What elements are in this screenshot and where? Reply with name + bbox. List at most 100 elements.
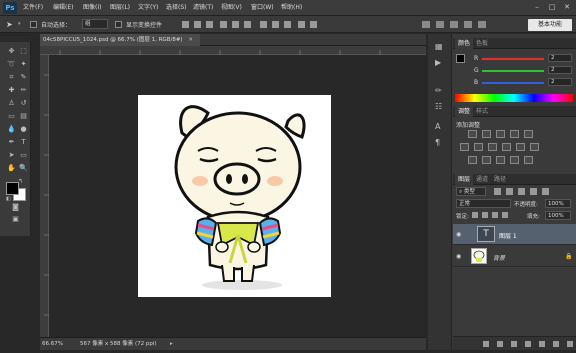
pen-tool-icon[interactable]: ✒ (6, 137, 17, 148)
history-panel-icon[interactable]: ▦ (435, 42, 443, 51)
exposure-icon[interactable] (510, 130, 519, 138)
tab-layers[interactable]: 图层 (455, 174, 474, 185)
document-canvas[interactable] (138, 95, 331, 297)
foreground-color-swatch[interactable] (6, 182, 19, 195)
eyedropper-icon[interactable]: ✎ (18, 72, 29, 83)
layer-filter-icons[interactable] (492, 187, 562, 196)
close-tab-icon[interactable]: ✕ (188, 37, 193, 43)
quick-mask-icon[interactable]: ◙ (10, 202, 21, 213)
layer-kind-filter[interactable]: ⌕ 类型 (456, 187, 486, 196)
value-g[interactable]: 2 (548, 66, 572, 74)
slider-b[interactable] (482, 82, 544, 84)
visibility-eye-icon[interactable]: ◉ (456, 253, 461, 260)
color-panel-foreground[interactable] (456, 54, 465, 63)
close-window-icon[interactable]: ✕ (561, 2, 573, 13)
menu-layer[interactable]: 图层(L) (110, 0, 130, 16)
layer-name[interactable]: 图层 1 (499, 231, 517, 240)
healing-brush-icon[interactable]: ✚ (6, 85, 17, 96)
color-balance-icon[interactable] (474, 143, 483, 151)
invert-icon[interactable] (468, 156, 477, 164)
threshold-icon[interactable] (496, 156, 505, 164)
menu-file[interactable]: 文件(F) (23, 0, 43, 16)
character-panel-icon[interactable]: A (435, 122, 440, 131)
color-lookup-icon[interactable] (530, 143, 539, 151)
gradient-icon[interactable]: ▤ (18, 111, 29, 122)
history-brush-icon[interactable]: ↺ (18, 98, 29, 109)
clone-stamp-icon[interactable]: ♙ (6, 98, 17, 109)
magic-wand-icon[interactable]: ✦ (18, 59, 29, 70)
tab-swatches[interactable]: 色板 (473, 38, 491, 49)
channel-mixer-icon[interactable] (516, 143, 525, 151)
eraser-icon[interactable]: ▭ (6, 111, 17, 122)
tab-color[interactable]: 颜色 (455, 38, 474, 49)
selective-color-icon[interactable] (524, 156, 533, 164)
move-tool-icon[interactable]: ✥ (6, 46, 17, 57)
zoom-tool-icon[interactable]: 🔍 (18, 163, 29, 174)
zoom-level[interactable]: 66.67% (42, 338, 63, 351)
layer-row-text[interactable]: ◉ T 图层 1 (453, 224, 576, 245)
gradient-map-icon[interactable] (510, 156, 519, 164)
screen-mode-icon[interactable]: ▣ (10, 214, 21, 225)
brush-panel-icon[interactable]: ✏ (435, 86, 442, 95)
align-icons[interactable] (180, 19, 330, 30)
actions-panel-icon[interactable]: ▶ (435, 58, 441, 67)
shape-tool-icon[interactable]: ▭ (18, 150, 29, 161)
hand-tool-icon[interactable]: ✋ (6, 163, 17, 174)
visibility-eye-icon[interactable]: ◉ (456, 231, 461, 238)
menu-edit[interactable]: 编辑(E) (53, 0, 73, 16)
vibrance-icon[interactable] (524, 130, 533, 138)
menu-help[interactable]: 帮助(H) (281, 0, 302, 16)
3d-mode-icons[interactable] (420, 19, 520, 30)
lasso-tool-icon[interactable]: ➰ (6, 59, 17, 70)
tab-adjustments[interactable]: 调整 (455, 106, 474, 117)
color-spectrum[interactable] (455, 94, 573, 102)
marquee-tool-icon[interactable]: ⬚ (18, 46, 29, 57)
fill-input[interactable]: 100% (545, 211, 571, 220)
menu-filter[interactable]: 滤镜(T) (193, 0, 213, 16)
crop-tool-icon[interactable]: ⌗ (6, 72, 17, 83)
minimize-icon[interactable]: – (531, 2, 543, 13)
chevron-down-icon[interactable]: ▾ (18, 21, 21, 27)
menu-view[interactable]: 视图(V) (221, 0, 242, 16)
show-transform-label: 显示变换控件 (126, 22, 163, 29)
brush-tool-icon[interactable]: ✏ (18, 85, 29, 96)
lock-icons[interactable] (470, 211, 520, 220)
type-tool-icon[interactable]: T (18, 137, 29, 148)
paragraph-panel-icon[interactable]: ¶ (435, 138, 440, 147)
brightness-icon[interactable] (468, 130, 477, 138)
value-b[interactable]: 2 (548, 78, 572, 86)
levels-icon[interactable] (482, 130, 491, 138)
path-select-icon[interactable]: ➤ (6, 150, 17, 161)
layer-row-background[interactable]: ◉ 背景 🔒 (453, 246, 576, 267)
tab-styles[interactable]: 样式 (473, 106, 491, 117)
slider-r[interactable] (482, 58, 544, 60)
blur-tool-icon[interactable]: 💧 (6, 124, 17, 135)
posterize-icon[interactable] (482, 156, 491, 164)
layer-name[interactable]: 背景 (493, 253, 505, 262)
hue-sat-icon[interactable] (460, 143, 469, 151)
blend-mode-dropdown[interactable]: 正常 (456, 199, 511, 208)
auto-select-dropdown[interactable]: 组 (82, 19, 108, 29)
menu-type[interactable]: 文字(Y) (138, 0, 158, 16)
tab-channels[interactable]: 通道 (473, 174, 491, 185)
status-arrow-icon[interactable]: ▸ (170, 338, 173, 351)
document-tab[interactable]: 04c58PICCU5_1024.psd @ 66.7% (图层 1, RGB/… (40, 34, 200, 46)
curves-icon[interactable] (496, 130, 505, 138)
auto-select-checkbox[interactable] (30, 21, 37, 28)
photo-filter-icon[interactable] (502, 143, 511, 151)
show-transform-checkbox[interactable] (115, 21, 122, 28)
tools-panel: ✥ ⬚ ➰ ✦ ⌗ ✎ ✚ ✏ ♙ ↺ ▭ ▤ 💧 ● ✒ T ➤ ▭ ✋ 🔍 … (0, 36, 31, 236)
value-r[interactable]: 2 (548, 54, 572, 62)
dodge-tool-icon[interactable]: ● (18, 124, 29, 135)
workspace-button[interactable]: 基本功能 (528, 19, 572, 31)
menu-image[interactable]: 图像(I) (83, 0, 101, 16)
opacity-input[interactable]: 100% (545, 199, 571, 208)
menu-select[interactable]: 选择(S) (166, 0, 187, 16)
menu-window[interactable]: 窗口(W) (251, 0, 274, 16)
slider-g[interactable] (482, 70, 544, 72)
restore-icon[interactable]: □ (546, 2, 558, 13)
document-info: 567 像素 x 588 像素 (72 ppi) (80, 341, 157, 347)
tab-paths[interactable]: 路径 (491, 174, 509, 185)
black-white-icon[interactable] (488, 143, 497, 151)
brush-presets-icon[interactable]: ☷ (435, 102, 442, 111)
